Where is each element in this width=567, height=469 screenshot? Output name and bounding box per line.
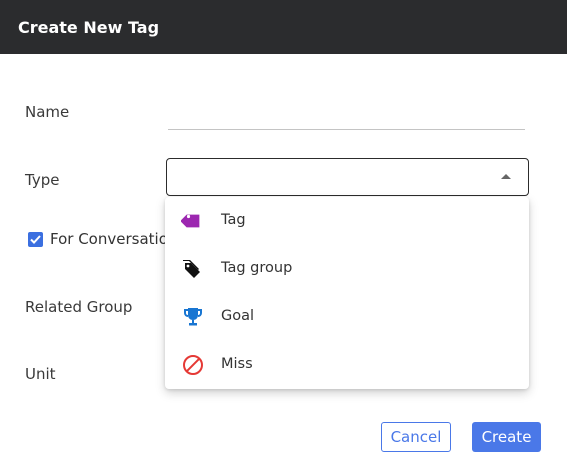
- dialog-title: Create New Tag: [18, 17, 160, 37]
- option-goal[interactable]: Goal: [165, 293, 529, 341]
- trophy-icon: [184, 308, 202, 326]
- name-label: Name: [25, 103, 70, 121]
- unit-label: Unit: [25, 365, 56, 383]
- for-conversation-label: For Conversatio: [50, 230, 168, 248]
- option-label: Tag: [221, 212, 246, 228]
- option-miss[interactable]: Miss: [165, 341, 529, 389]
- block-icon: [183, 355, 203, 375]
- create-button[interactable]: Create: [472, 422, 541, 452]
- option-tag[interactable]: Tag: [165, 197, 529, 245]
- option-label: Miss: [221, 356, 253, 372]
- type-label: Type: [25, 171, 60, 189]
- related-group-label: Related Group: [25, 298, 133, 316]
- option-label: Tag group: [221, 260, 293, 276]
- type-dropdown-menu: Tag Tag group Goal Miss: [165, 197, 529, 389]
- for-conversation-checkbox[interactable]: [28, 232, 43, 247]
- tags-icon: [183, 260, 200, 278]
- type-select[interactable]: [166, 158, 529, 196]
- option-label: Goal: [221, 308, 255, 324]
- dialog-titlebar: Create New Tag: [0, 0, 567, 54]
- check-icon: [30, 235, 41, 244]
- cancel-button[interactable]: Cancel: [381, 422, 451, 452]
- option-tag-group[interactable]: Tag group: [165, 245, 529, 293]
- name-input[interactable]: [168, 129, 525, 130]
- caret-up-icon[interactable]: [501, 174, 511, 179]
- tag-icon: [181, 214, 200, 228]
